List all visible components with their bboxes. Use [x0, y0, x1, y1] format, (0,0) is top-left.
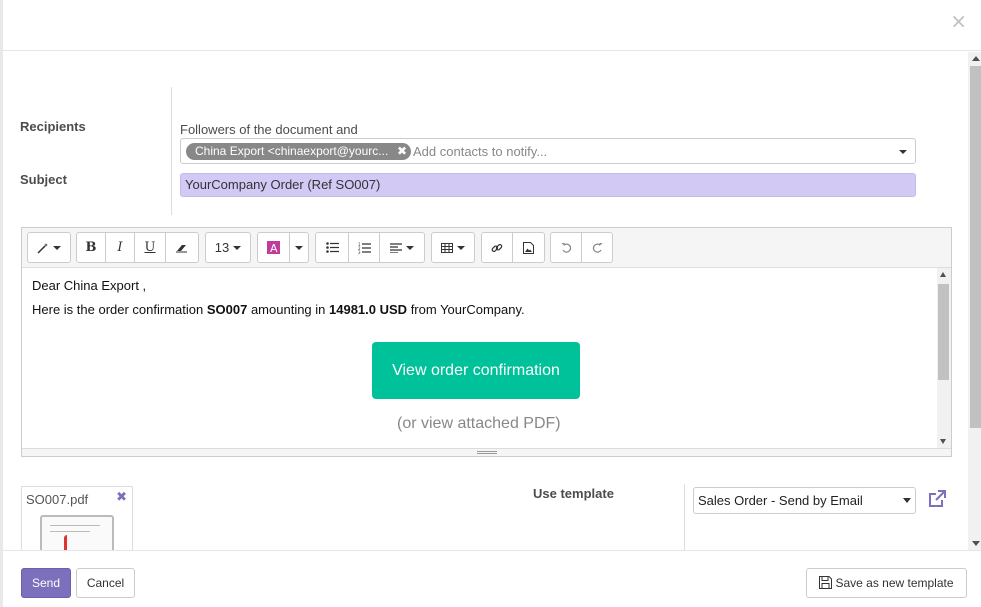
dialog-scrollbar[interactable]: [968, 52, 981, 550]
recipients-field[interactable]: China Export <chinaexport@yourc... ✖: [180, 138, 916, 164]
italic-button[interactable]: I: [105, 232, 135, 263]
subject-label: Subject: [20, 172, 67, 187]
scroll-down-icon[interactable]: [972, 541, 980, 546]
undo-button[interactable]: [550, 232, 582, 263]
order-reference: SO007: [206, 302, 248, 317]
bullet-list-button[interactable]: [315, 232, 349, 263]
style-button[interactable]: [27, 232, 71, 263]
redo-icon: [592, 243, 602, 253]
magic-wand-icon: [37, 242, 48, 254]
send-button[interactable]: Send: [21, 568, 71, 598]
eraser-icon: [176, 244, 187, 252]
template-select[interactable]: Sales Order - Send by Email: [693, 487, 916, 514]
pdf-note: (or view attached PDF): [397, 415, 561, 432]
order-line-mid: amounting in: [247, 302, 330, 317]
editor-scrollbar[interactable]: [937, 268, 951, 448]
scrollbar-thumb[interactable]: [938, 284, 949, 380]
remove-attachment-icon[interactable]: ✖: [116, 490, 127, 505]
use-template-label: Use template: [533, 486, 614, 501]
recipient-tag-label: China Export <chinaexport@yourc...: [195, 144, 389, 158]
svg-text:A: A: [270, 242, 278, 254]
scroll-up-icon[interactable]: [940, 272, 946, 277]
bold-button[interactable]: B: [76, 232, 106, 263]
link-button[interactable]: [481, 232, 513, 263]
editor-resize-handle[interactable]: [22, 448, 951, 456]
numbered-list-icon: 123: [358, 242, 371, 254]
image-button[interactable]: [512, 232, 545, 263]
link-icon: [491, 243, 503, 252]
undo-icon: [561, 243, 571, 253]
cancel-button[interactable]: Cancel: [76, 568, 135, 598]
subject-field[interactable]: YourCompany Order (Ref SO007): [180, 173, 916, 197]
view-order-button[interactable]: View order confirmation: [372, 342, 580, 399]
scroll-down-icon[interactable]: [940, 439, 946, 444]
eraser-button[interactable]: [165, 232, 199, 263]
chevron-down-icon: [295, 245, 303, 250]
font-size-button[interactable]: 13: [205, 232, 251, 263]
close-icon[interactable]: ×: [950, 9, 967, 33]
html-editor: B I U 13 A 1 2 3 Dear China Export , Her…: [21, 227, 952, 457]
followers-text: Followers of the document and: [180, 122, 358, 137]
font-color-dropdown[interactable]: [289, 232, 309, 263]
recipients-label: Recipients: [20, 119, 86, 134]
chevron-down-icon: [233, 245, 242, 250]
save-as-template-button[interactable]: Save as new template: [806, 568, 967, 598]
greeting-text: Dear China Export ,: [32, 278, 147, 293]
chevron-down-icon: [903, 498, 911, 503]
save-as-template-label: Save as new template: [835, 576, 954, 590]
order-line-suffix: from YourCompany.: [407, 302, 525, 317]
editor-toolbar: B I U 13 A 1 2 3: [22, 228, 951, 268]
email-body[interactable]: Dear China Export , Here is the order co…: [22, 268, 937, 448]
image-icon: [523, 241, 534, 254]
order-line: Here is the order confirmation SO007 amo…: [32, 302, 525, 317]
align-left-icon: [390, 242, 402, 253]
numbered-list-button[interactable]: 123: [348, 232, 380, 263]
save-icon: [819, 576, 833, 589]
align-button[interactable]: [379, 232, 425, 263]
attachment-filename: SO007.pdf: [26, 492, 89, 507]
font-size-value: 13: [214, 240, 230, 255]
pdf-file-icon: [40, 515, 114, 550]
chevron-down-icon: [406, 245, 414, 250]
chevron-down-icon: [53, 245, 61, 250]
chevron-down-icon: [457, 245, 465, 250]
template-select-value: Sales Order - Send by Email: [698, 493, 863, 508]
dialog-footer: Send Cancel Save as new template: [3, 550, 981, 607]
table-icon: [441, 242, 453, 253]
order-line-prefix: Here is the order confirmation: [32, 302, 207, 317]
scrollbar-thumb[interactable]: [970, 66, 981, 428]
table-button[interactable]: [431, 232, 475, 263]
order-amount: 14981.0 USD: [329, 302, 408, 317]
attachment-card[interactable]: SO007.pdf ✖: [21, 486, 133, 550]
dialog-body: Recipients Subject Followers of the docu…: [3, 52, 967, 550]
divider: [171, 87, 172, 215]
svg-text:3: 3: [358, 250, 361, 254]
doc-line: [50, 531, 90, 532]
doc-line: [50, 525, 100, 526]
divider: [684, 484, 685, 550]
recipient-tag: China Export <chinaexport@yourc... ✖: [186, 143, 411, 160]
chevron-down-icon[interactable]: [899, 150, 907, 154]
compose-email-dialog: × Recipients Subject Followers of the do…: [0, 0, 981, 607]
external-link-icon[interactable]: [927, 489, 947, 509]
underline-button[interactable]: U: [134, 232, 166, 263]
pdf-mark: [64, 535, 70, 550]
redo-button[interactable]: [581, 232, 613, 263]
font-color-icon: A: [267, 241, 280, 254]
bullet-list-icon: [325, 242, 339, 253]
scroll-up-icon[interactable]: [972, 56, 980, 61]
add-contacts-input[interactable]: [413, 143, 883, 160]
grip-icon: [477, 451, 497, 454]
font-color-button[interactable]: A: [257, 232, 290, 263]
dialog-header: ×: [3, 0, 981, 51]
remove-tag-icon[interactable]: ✖: [397, 143, 407, 160]
